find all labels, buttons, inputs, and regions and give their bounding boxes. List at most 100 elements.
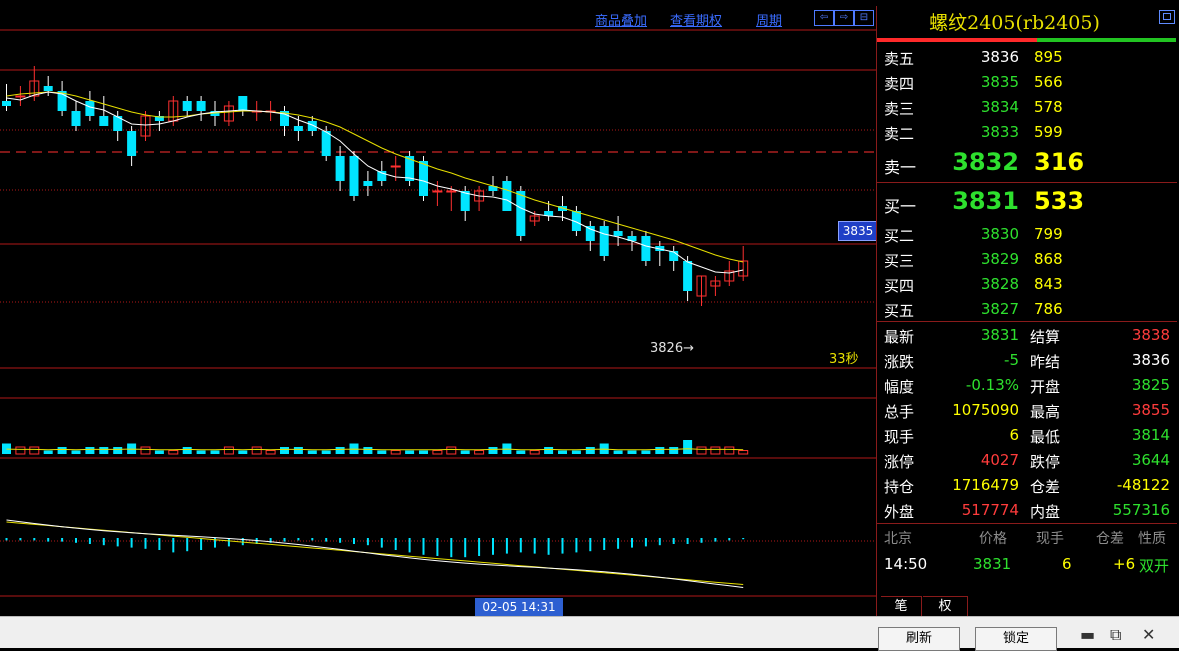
volume-bar [43, 450, 53, 454]
candle-body-up [390, 165, 401, 168]
volume-bar [251, 446, 262, 455]
bottom-toolbar: 刷新 锁定 ▬ ⧉ ✕ [0, 616, 1179, 651]
candle-body-down [321, 131, 331, 156]
volume-bar [696, 446, 707, 455]
volume-bar [683, 440, 693, 454]
candle-body-up [15, 95, 26, 98]
candle-body-down [641, 236, 651, 261]
volume-bar [529, 450, 540, 455]
stats-ticks-divider [877, 523, 1177, 524]
scroll-right-icon[interactable]: ⇨ [834, 10, 854, 26]
volume-bar [210, 450, 220, 454]
volume-bar [474, 450, 485, 455]
candle-body-down [502, 181, 512, 211]
volume-bar [558, 450, 567, 454]
macd-dif-line [6, 519, 744, 588]
volume-bar [71, 450, 81, 454]
volume-bar [613, 450, 623, 454]
layout-icon[interactable]: ⊟ [854, 10, 874, 26]
candle-body-down [307, 121, 317, 131]
candle-body-down [182, 101, 192, 111]
volume-bar [113, 447, 123, 454]
close-icon[interactable]: ✕ [1142, 625, 1155, 644]
candle-body-down [127, 131, 137, 156]
volume-bar [99, 447, 109, 454]
contract-title: 螺纹2405(rb2405) [929, 12, 1100, 34]
volume-bar [669, 447, 679, 454]
orderbook-stats-divider [877, 321, 1177, 322]
candle-body-down [99, 116, 109, 126]
volume-bar [15, 446, 26, 455]
panel-toggle-icon[interactable] [1159, 10, 1175, 24]
candle-body-down [516, 191, 526, 236]
candle-body-up [432, 190, 443, 193]
bar-countdown: 33秒 [829, 352, 859, 367]
volume-bar [585, 447, 595, 454]
candle-body-down [613, 231, 623, 236]
ask-bid-divider [877, 182, 1177, 183]
volume-bar [710, 446, 721, 455]
volume-bar [571, 450, 581, 454]
volume-bar [432, 450, 443, 455]
volume-bar [738, 450, 749, 455]
volume-bar [390, 450, 401, 455]
quote-panel: 螺纹2405(rb2405) 卖五 3836 895 卖四 3835 566 卖… [876, 6, 1179, 617]
candle-body-down [585, 226, 595, 241]
tab-rights[interactable]: 权 [923, 596, 968, 617]
candle-body-down [2, 101, 11, 106]
volume-bar [238, 450, 248, 454]
volume-bar [154, 450, 164, 454]
volume-bar [265, 450, 276, 455]
volume-bar [446, 446, 457, 455]
volume-bar [85, 447, 95, 454]
volume-bar [641, 450, 651, 454]
candle-body-down [293, 126, 303, 131]
refresh-button[interactable]: 刷新 [878, 627, 960, 651]
volume-bar [223, 446, 234, 455]
volume-bar [488, 447, 498, 454]
candle-body-down [43, 86, 53, 91]
candle-body-down [238, 96, 248, 111]
buy-sell-ratio-bar [877, 38, 1176, 42]
volume-bar [419, 450, 428, 454]
candle-body-down [196, 101, 206, 111]
volume-bar [168, 450, 179, 455]
volume-bar [377, 450, 387, 454]
candle-body-down [683, 261, 693, 291]
volume-bar [405, 450, 415, 454]
volume-bar [196, 450, 206, 454]
minimize-icon[interactable]: ▬ [1080, 625, 1095, 644]
period-link[interactable]: 周期 [756, 10, 782, 29]
tick-tabs: 笔 权 [877, 596, 1177, 617]
restore-icon[interactable]: ⧉ [1110, 625, 1121, 645]
volume-bar [182, 447, 192, 454]
candle-body-down [85, 101, 95, 116]
volume-bar [655, 447, 665, 454]
low-price-annotation: 3826→ [650, 341, 694, 356]
volume-bar [335, 447, 345, 454]
scroll-left-icon[interactable]: ⇦ [814, 10, 834, 26]
candle-body-down [335, 156, 345, 181]
candle-body-down [599, 226, 609, 256]
volume-bar [140, 446, 151, 455]
candle-body-down [71, 111, 81, 126]
volume-bar [724, 446, 735, 455]
candle-body-up [446, 190, 457, 193]
volume-bar [280, 447, 289, 454]
volume-bar [544, 447, 554, 454]
volume-ma-line [6, 448, 744, 451]
tab-ticks[interactable]: 笔 [881, 596, 922, 617]
volume-bar [627, 450, 637, 454]
lock-button[interactable]: 锁定 [975, 627, 1057, 651]
candle-body-down [349, 156, 359, 196]
cursor-date-badge: 02-05 14:31 [475, 598, 563, 616]
view-options-link[interactable]: 查看期权 [670, 10, 722, 29]
volume-bar [29, 446, 40, 455]
overlay-product-link[interactable]: 商品叠加 [595, 10, 647, 29]
kline-chart-area[interactable]: 商品叠加 查看期权 周期 ⇦ ⇨ ⊟ [0, 6, 876, 616]
volume-bar [57, 447, 67, 454]
candle-body-down [419, 161, 428, 196]
candle-body-down [363, 181, 373, 186]
volume-bar [516, 450, 526, 454]
kline-chart-svg[interactable] [0, 6, 876, 616]
